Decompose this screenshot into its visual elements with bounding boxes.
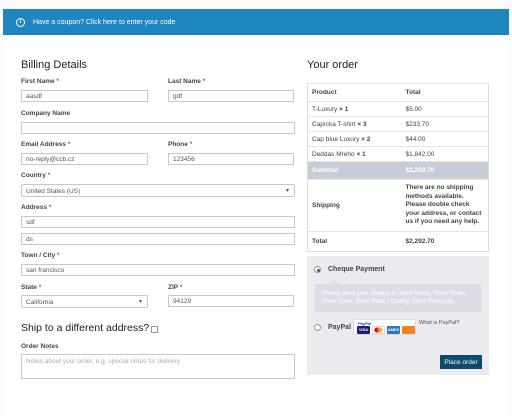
ship-different-checkbox[interactable] <box>151 326 158 333</box>
order-notes-label: Order Notes <box>21 343 59 350</box>
what-is-paypal-link[interactable]: What is PayPal? <box>419 320 459 326</box>
table-row: Deddas Mreho × 1 $1,842.00 <box>307 146 489 162</box>
product-qty: × 2 <box>361 135 371 143</box>
country-value: United States (US) <box>26 188 81 195</box>
phone-input[interactable]: 123456 <box>168 153 294 165</box>
subtotal-label: Subtotal <box>307 161 402 180</box>
order-notes-textarea[interactable]: Notes about your order, e.g. special not… <box>21 354 295 379</box>
product-name: T-Luxury <box>312 105 338 113</box>
company-input[interactable] <box>21 122 295 134</box>
col-product: Product <box>307 83 402 102</box>
product-cell: Deddas Mreho × 1 <box>307 146 402 162</box>
product-name: Deddas Mreho <box>312 150 355 158</box>
last-name-input[interactable]: gdf <box>168 90 294 102</box>
zip-input[interactable]: 94129 <box>168 295 294 307</box>
town-input[interactable]: san francisco <box>21 264 295 276</box>
shipping-row: Shipping There are no shipping methods a… <box>307 179 489 232</box>
billing-heading: Billing Details <box>21 59 88 71</box>
product-total: $233.70 <box>401 116 489 132</box>
product-qty: × 1 <box>356 150 366 158</box>
state-value: California <box>26 299 54 306</box>
total-label: Total <box>307 231 402 252</box>
product-total: $1,842.00 <box>401 146 489 162</box>
total-value: $2,292.70 <box>401 231 489 252</box>
product-qty: × 3 <box>357 120 367 128</box>
first-name-input[interactable]: aasdf <box>21 90 148 102</box>
place-order-button[interactable]: Place order <box>440 355 482 369</box>
chevron-down-icon: ▾ <box>138 299 142 305</box>
cheque-description: Please send your cheque to Store Name, S… <box>315 279 481 312</box>
order-table: Product Total T-Luxury × 1 $5.00 Capícka… <box>307 83 489 252</box>
chevron-down-icon: ▾ <box>285 188 289 194</box>
zip-label: ZIP * <box>168 284 183 291</box>
product-total: $44.00 <box>401 131 489 147</box>
cheque-radio[interactable] <box>314 266 321 273</box>
state-label: State * <box>21 284 42 291</box>
visa-icon: VISA <box>357 326 370 334</box>
product-cell: Cap blue Luxury × 2 <box>307 131 402 147</box>
subtotal-value: $2,292.70 <box>401 161 489 180</box>
total-row: Total $2,292.70 <box>307 231 489 252</box>
product-name: Cap blue Luxury <box>312 135 360 143</box>
info-icon: i <box>16 17 25 27</box>
order-heading: Your order <box>307 59 358 71</box>
shipping-label: Shipping <box>307 179 402 232</box>
mastercard-icon <box>372 326 385 334</box>
phone-label: Phone * <box>168 141 193 148</box>
address-line2-input[interactable]: ds <box>21 233 295 245</box>
table-row: Cap blue Luxury × 2 $44.00 <box>307 131 489 147</box>
table-row: T-Luxury × 1 $5.00 <box>307 101 489 117</box>
country-select[interactable]: United States (US) ▾ <box>21 184 295 197</box>
paypal-label[interactable]: PayPal <box>328 324 351 331</box>
email-input[interactable]: no-reply@ccb.cz <box>21 153 148 165</box>
cheque-label[interactable]: Cheque Payment <box>328 266 385 273</box>
town-label: Town / City * <box>21 252 60 259</box>
state-select[interactable]: California ▾ <box>21 295 148 308</box>
amex-icon: AMEX <box>387 326 400 334</box>
address-line1-input[interactable]: sdf <box>21 216 295 228</box>
shipping-message: There are no shipping methods available.… <box>401 179 489 232</box>
subtotal-row: Subtotal $2,292.70 <box>307 161 489 180</box>
paypal-radio[interactable] <box>314 324 321 331</box>
paypal-acceptance-mark: PayPal VISA AMEX <box>353 319 416 335</box>
country-label: Country * <box>21 172 51 179</box>
address-label: Address * <box>21 204 52 211</box>
company-label: Company Name <box>21 110 71 117</box>
product-cell: T-Luxury × 1 <box>307 101 402 117</box>
col-total: Total <box>401 83 489 102</box>
product-cell: Capícka T-shirt × 3 <box>307 116 402 132</box>
table-row: Capícka T-shirt × 3 $233.70 <box>307 116 489 132</box>
product-qty: × 1 <box>339 105 349 113</box>
ship-different-heading: Ship to a different address? <box>21 322 150 334</box>
coupon-notice[interactable]: i Have a coupon? Click here to enter you… <box>3 9 509 35</box>
email-label: Email Address * <box>21 141 71 148</box>
first-name-label: First Name * <box>21 78 59 85</box>
coupon-link-text[interactable]: Have a coupon? Click here to enter your … <box>33 19 175 26</box>
last-name-label: Last Name * <box>168 78 206 85</box>
product-total: $5.00 <box>401 101 489 117</box>
product-name: Capícka T-shirt <box>312 120 356 128</box>
discover-icon <box>402 326 415 334</box>
